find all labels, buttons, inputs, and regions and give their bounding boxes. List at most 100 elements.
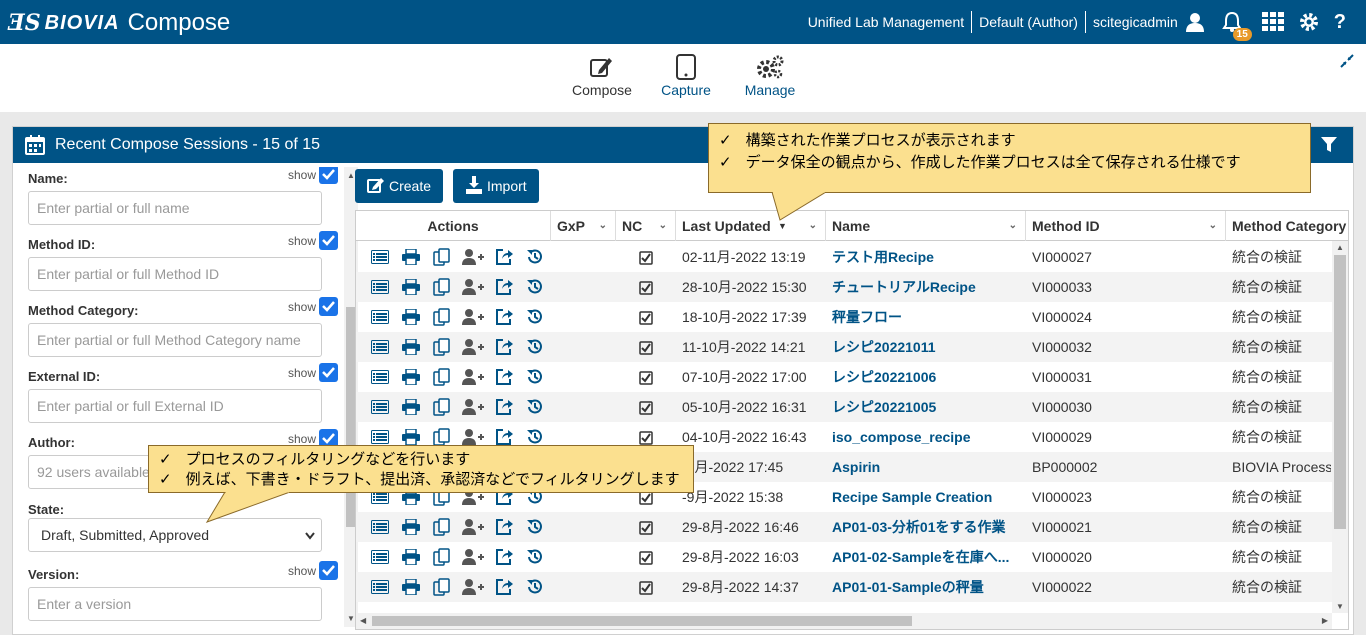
- column-header-name[interactable]: Name ⌄: [826, 211, 1026, 241]
- table-row[interactable]: 05-10月-2022 16:31 レシピ20221005 VI000030 統合の検…: [356, 392, 1348, 422]
- history-icon[interactable]: [519, 308, 550, 326]
- copy-icon[interactable]: [426, 248, 457, 266]
- column-header-method-category[interactable]: Method Category: [1226, 211, 1348, 241]
- list-icon[interactable]: [364, 310, 395, 324]
- context-link[interactable]: Unified Lab Management: [808, 14, 964, 30]
- role-link[interactable]: Default (Author): [979, 14, 1078, 30]
- table-row[interactable]: 18-10月-2022 17:39 秤量フロー VI000024 統合の検証: [356, 302, 1348, 332]
- version-input[interactable]: Enter a version: [28, 587, 322, 621]
- scrollbar-thumb[interactable]: [372, 616, 912, 626]
- name-link[interactable]: Aspirin: [826, 452, 1021, 482]
- add-user-icon[interactable]: [457, 279, 488, 295]
- checkbox-icon[interactable]: [319, 363, 338, 382]
- copy-icon[interactable]: [426, 278, 457, 296]
- chevron-down-icon[interactable]: ⌄: [1209, 211, 1217, 241]
- add-user-icon[interactable]: [457, 339, 488, 355]
- copy-icon[interactable]: [426, 308, 457, 326]
- share-icon[interactable]: [488, 248, 519, 266]
- copy-icon[interactable]: [426, 578, 457, 596]
- history-icon[interactable]: [519, 398, 550, 416]
- print-icon[interactable]: [395, 339, 426, 355]
- compress-icon[interactable]: [1340, 54, 1354, 71]
- copy-icon[interactable]: [426, 338, 457, 356]
- history-icon[interactable]: [519, 368, 550, 386]
- share-icon[interactable]: [488, 278, 519, 296]
- add-user-icon[interactable]: [457, 399, 488, 415]
- print-icon[interactable]: [395, 369, 426, 385]
- history-icon[interactable]: [519, 578, 550, 596]
- name-link[interactable]: AP01-03-分析01をする作業: [826, 512, 1021, 542]
- name-input[interactable]: Enter partial or full name: [28, 191, 322, 225]
- scroll-down-icon[interactable]: ▼: [347, 614, 355, 623]
- add-user-icon[interactable]: [457, 309, 488, 325]
- chevron-down-icon[interactable]: ⌄: [659, 211, 667, 241]
- list-icon[interactable]: [364, 430, 395, 444]
- share-icon[interactable]: [488, 518, 519, 536]
- chevron-down-icon[interactable]: ⌄: [1009, 211, 1017, 241]
- share-icon[interactable]: [488, 398, 519, 416]
- column-header-gxp[interactable]: GxP ⌄: [551, 211, 616, 241]
- help-icon[interactable]: ?: [1334, 11, 1346, 34]
- name-link[interactable]: レシピ20221006: [826, 362, 1021, 392]
- show-toggle[interactable]: show: [288, 297, 338, 316]
- external-id-input[interactable]: Enter partial or full External ID: [28, 389, 322, 423]
- method-id-input[interactable]: Enter partial or full Method ID: [28, 257, 322, 291]
- capture-button[interactable]: Capture: [660, 52, 712, 98]
- print-icon[interactable]: [395, 279, 426, 295]
- table-row[interactable]: 28-10月-2022 15:30 チュートリアルRecipe VI000033 統合…: [356, 272, 1348, 302]
- import-button[interactable]: Import: [453, 169, 539, 203]
- copy-icon[interactable]: [426, 398, 457, 416]
- show-toggle[interactable]: show: [288, 561, 338, 580]
- share-icon[interactable]: [488, 368, 519, 386]
- checkbox-icon[interactable]: [319, 167, 338, 184]
- print-icon[interactable]: [395, 249, 426, 265]
- copy-icon[interactable]: [426, 368, 457, 386]
- checkbox-icon[interactable]: [319, 561, 338, 580]
- print-icon[interactable]: [395, 399, 426, 415]
- add-user-icon[interactable]: [457, 249, 488, 265]
- chevron-down-icon[interactable]: ⌄: [599, 211, 607, 241]
- name-link[interactable]: テスト用Recipe: [826, 242, 1021, 272]
- print-icon[interactable]: [395, 309, 426, 325]
- name-link[interactable]: レシピ20221005: [826, 392, 1021, 422]
- checkbox-icon[interactable]: [319, 297, 338, 316]
- bell-icon[interactable]: 15: [1221, 11, 1252, 41]
- list-icon[interactable]: [364, 400, 395, 414]
- share-icon[interactable]: [488, 308, 519, 326]
- show-toggle[interactable]: show: [288, 231, 338, 250]
- column-header-nc[interactable]: NC ⌄: [616, 211, 676, 241]
- table-row[interactable]: 29-8月-2022 16:46 AP01-03-分析01をする作業 VI00002…: [356, 512, 1348, 542]
- manage-button[interactable]: Manage: [742, 52, 798, 98]
- history-icon[interactable]: [519, 338, 550, 356]
- show-toggle[interactable]: show: [288, 167, 338, 184]
- print-icon[interactable]: [395, 549, 426, 565]
- grid-vertical-scrollbar[interactable]: ▲ ▼: [1332, 241, 1348, 613]
- name-link[interactable]: Recipe Sample Creation: [826, 482, 1021, 512]
- list-icon[interactable]: [364, 250, 395, 264]
- share-icon[interactable]: [488, 338, 519, 356]
- share-icon[interactable]: [488, 548, 519, 566]
- list-icon[interactable]: [364, 580, 395, 594]
- scroll-right-icon[interactable]: ▶: [1322, 616, 1328, 625]
- filter-icon[interactable]: [1321, 137, 1337, 158]
- create-button[interactable]: Create: [355, 169, 444, 203]
- name-link[interactable]: レシピ20221011: [826, 332, 1021, 362]
- user-name[interactable]: scitegicadmin: [1093, 14, 1178, 30]
- scrollbar-thumb[interactable]: [1334, 255, 1346, 529]
- table-row[interactable]: 29-8月-2022 16:03 AP01-02-Sampleを在庫へ... VI0…: [356, 542, 1348, 572]
- print-icon[interactable]: [395, 579, 426, 595]
- column-header-method-id[interactable]: Method ID ⌄: [1026, 211, 1226, 241]
- history-icon[interactable]: [519, 428, 550, 446]
- user-icon[interactable]: [1185, 12, 1204, 32]
- copy-icon[interactable]: [426, 428, 457, 446]
- method-category-input[interactable]: Enter partial or full Method Category na…: [28, 323, 322, 357]
- table-row[interactable]: 29-8月-2022 14:37 AP01-01-Sampleの秤量 VI00002…: [356, 572, 1348, 602]
- name-link[interactable]: AP01-02-Sampleを在庫へ...: [826, 542, 1021, 572]
- share-icon[interactable]: [488, 428, 519, 446]
- list-icon[interactable]: [364, 340, 395, 354]
- print-icon[interactable]: [395, 429, 426, 445]
- copy-icon[interactable]: [426, 518, 457, 536]
- add-user-icon[interactable]: [457, 519, 488, 535]
- add-user-icon[interactable]: [457, 429, 488, 445]
- grid-horizontal-scrollbar[interactable]: ◀ ▶: [356, 613, 1332, 629]
